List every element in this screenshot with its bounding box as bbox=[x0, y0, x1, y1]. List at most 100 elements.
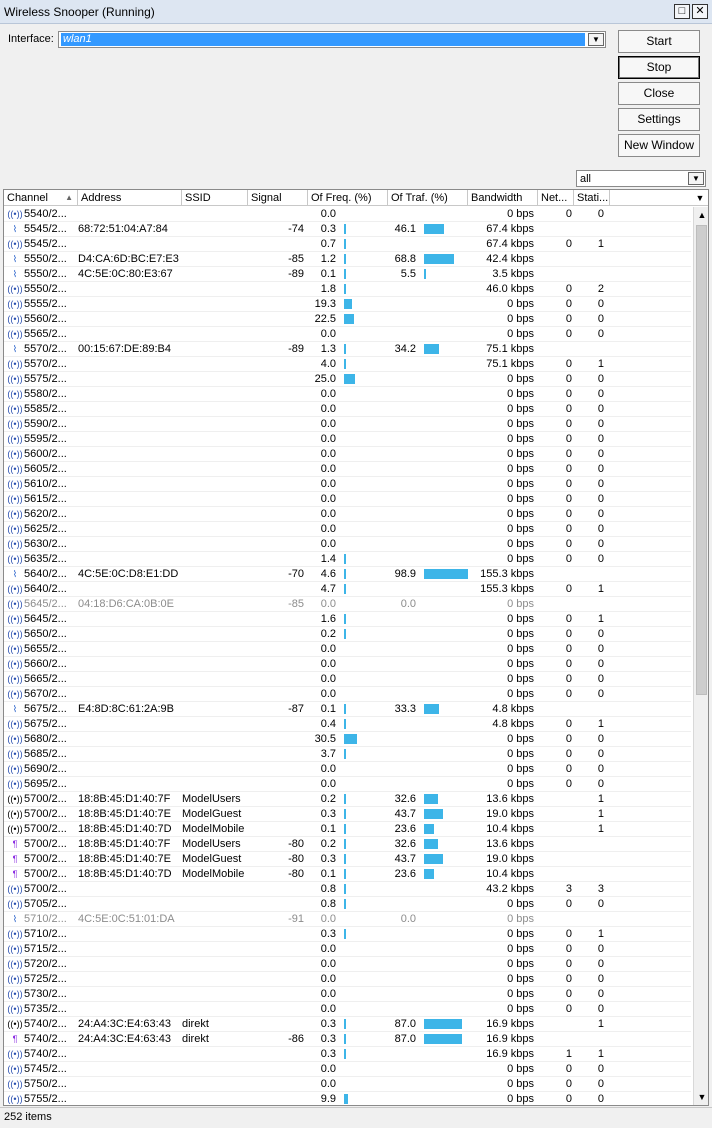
table-row[interactable]: ((•)) 5645/2... 04:18:D6:CA:0B:0E -85 0.0 0.0… bbox=[4, 597, 691, 612]
table-row[interactable]: ⌇ 5550/2... 4C:5E:0C:80:E3:67 -89 0.1 5.5 3.5 … bbox=[4, 267, 691, 282]
table-row[interactable]: ¶ 5700/2... 18:8B:45:D1:40:7E ModelGuest -80… bbox=[4, 852, 691, 867]
start-button[interactable]: Start bbox=[618, 30, 700, 53]
table-row[interactable]: ((•)) 5695/2... 0.0 0 bps 0 0 bbox=[4, 777, 691, 792]
vertical-scrollbar[interactable]: ▲ ▼ bbox=[693, 207, 708, 1105]
cell-channel: 5685/2... bbox=[24, 748, 67, 760]
table-row[interactable]: ((•)) 5635/2... 1.4 0 bps 0 0 bbox=[4, 552, 691, 567]
table-row[interactable]: ((•)) 5680/2... 30.5 0 bps 0 0 bbox=[4, 732, 691, 747]
close-button[interactable]: Close bbox=[618, 82, 700, 105]
table-row[interactable]: ((•)) 5660/2... 0.0 0 bps 0 0 bbox=[4, 657, 691, 672]
table-row[interactable]: ¶ 5740/2... 24:A4:3C:E4:63:43 direkt -86 0.3 8… bbox=[4, 1032, 691, 1047]
table-row[interactable]: ((•)) 5625/2... 0.0 0 bps 0 0 bbox=[4, 522, 691, 537]
table-row[interactable]: ((•)) 5670/2... 0.0 0 bps 0 0 bbox=[4, 687, 691, 702]
table-row[interactable]: ((•)) 5580/2... 0.0 0 bps 0 0 bbox=[4, 387, 691, 402]
cell-channel: 5755/2... bbox=[24, 1093, 67, 1105]
table-row[interactable]: ⌇ 5570/2... 00:15:67:DE:89:B4 -89 1.3 34.2 75.… bbox=[4, 342, 691, 357]
table-row[interactable]: ((•)) 5655/2... 0.0 0 bps 0 0 bbox=[4, 642, 691, 657]
stop-button[interactable]: Stop bbox=[618, 56, 700, 79]
table-row[interactable]: ((•)) 5585/2... 0.0 0 bps 0 0 bbox=[4, 402, 691, 417]
table-row[interactable]: ((•)) 5685/2... 3.7 0 bps 0 0 bbox=[4, 747, 691, 762]
table-row[interactable]: ((•)) 5630/2... 0.0 0 bps 0 0 bbox=[4, 537, 691, 552]
table-row[interactable]: ⌇ 5640/2... 4C:5E:0C:D8:E1:DD -70 4.6 98.9 155… bbox=[4, 567, 691, 582]
close-icon[interactable]: ✕ bbox=[692, 4, 708, 19]
interface-select[interactable]: wlan1 ▼ bbox=[58, 31, 606, 48]
table-row[interactable]: ((•)) 5700/2... 18:8B:45:D1:40:7F ModelUser… bbox=[4, 792, 691, 807]
settings-button[interactable]: Settings bbox=[618, 108, 700, 131]
table-row[interactable]: ((•)) 5545/2... 0.7 67.4 kbps 0 1 bbox=[4, 237, 691, 252]
table-row[interactable]: ((•)) 5720/2... 0.0 0 bps 0 0 bbox=[4, 957, 691, 972]
table-row[interactable]: ((•)) 5565/2... 0.0 0 bps 0 0 bbox=[4, 327, 691, 342]
table-row[interactable]: ((•)) 5640/2... 4.7 155.3 kbps 0 1 bbox=[4, 582, 691, 597]
table-row[interactable]: ((•)) 5705/2... 0.8 0 bps 0 0 bbox=[4, 897, 691, 912]
table-row[interactable]: ((•)) 5700/2... 0.8 43.2 kbps 3 3 bbox=[4, 882, 691, 897]
table-row[interactable]: ((•)) 5740/2... 0.3 16.9 kbps 1 1 bbox=[4, 1047, 691, 1062]
cell-stations: 0 bbox=[597, 1003, 604, 1015]
table-row[interactable]: ((•)) 5575/2... 25.0 0 bps 0 0 bbox=[4, 372, 691, 387]
freq-value: 0.1 bbox=[320, 868, 336, 880]
table-row[interactable]: ((•)) 5690/2... 0.0 0 bps 0 0 bbox=[4, 762, 691, 777]
table-row[interactable]: ((•)) 5710/2... 0.3 0 bps 0 1 bbox=[4, 927, 691, 942]
scroll-up-icon[interactable]: ▲ bbox=[694, 207, 708, 223]
table-row[interactable]: ((•)) 5595/2... 0.0 0 bps 0 0 bbox=[4, 432, 691, 447]
table-row[interactable]: ((•)) 5735/2... 0.0 0 bps 0 0 bbox=[4, 1002, 691, 1017]
table-row[interactable]: ((•)) 5550/2... 1.8 46.0 kbps 0 2 bbox=[4, 282, 691, 297]
table-row[interactable]: ((•)) 5620/2... 0.0 0 bps 0 0 bbox=[4, 507, 691, 522]
table-row[interactable]: ⌇ 5675/2... E4:8D:8C:61:2A:9B -87 0.1 33.3 4.8… bbox=[4, 702, 691, 717]
table-row[interactable]: ((•)) 5700/2... 18:8B:45:D1:40:7D ModelMobi… bbox=[4, 822, 691, 837]
column-header-address[interactable]: Address bbox=[78, 190, 182, 206]
scroll-thumb[interactable] bbox=[696, 225, 707, 695]
column-header-signal[interactable]: Signal bbox=[248, 190, 308, 206]
table-row[interactable]: ((•)) 5615/2... 0.0 0 bps 0 0 bbox=[4, 492, 691, 507]
interface-value[interactable]: wlan1 bbox=[61, 33, 585, 46]
table-row[interactable]: ((•)) 5605/2... 0.0 0 bps 0 0 bbox=[4, 462, 691, 477]
dropdown-arrow-icon[interactable]: ▼ bbox=[688, 172, 704, 185]
column-header-of-freq[interactable]: Of Freq. (%) bbox=[308, 190, 388, 206]
table-row[interactable]: ((•)) 5715/2... 0.0 0 bps 0 0 bbox=[4, 942, 691, 957]
table-row[interactable]: ⌇ 5710/2... 4C:5E:0C:51:01:DA -91 0.0 0.0 0 bp… bbox=[4, 912, 691, 927]
table-row[interactable]: ((•)) 5665/2... 0.0 0 bps 0 0 bbox=[4, 672, 691, 687]
table-row[interactable]: ⌇ 5550/2... D4:CA:6D:BC:E7:E3 -85 1.2 68.8 42.… bbox=[4, 252, 691, 267]
dropdown-arrow-icon[interactable]: ▼ bbox=[588, 33, 604, 46]
table-row[interactable]: ((•)) 5650/2... 0.2 0 bps 0 0 bbox=[4, 627, 691, 642]
filter-select[interactable]: all ▼ bbox=[576, 170, 706, 187]
table-row[interactable]: ((•)) 5555/2... 19.3 0 bps 0 0 bbox=[4, 297, 691, 312]
table-row[interactable]: ((•)) 5590/2... 0.0 0 bps 0 0 bbox=[4, 417, 691, 432]
table-row[interactable]: ((•)) 5740/2... 24:A4:3C:E4:63:43 direkt 0.3… bbox=[4, 1017, 691, 1032]
cell-networks: 0 bbox=[565, 763, 572, 775]
column-header-stations[interactable]: Stati... bbox=[574, 190, 610, 206]
new-window-button[interactable]: New Window bbox=[618, 134, 700, 157]
column-header-ssid[interactable]: SSID bbox=[182, 190, 248, 206]
column-menu-icon[interactable]: ▼ bbox=[692, 190, 708, 206]
table-row[interactable]: ((•)) 5540/2... 0.0 0 bps 0 0 bbox=[4, 207, 691, 222]
cell-ssid: ModelMobile bbox=[182, 823, 245, 835]
table-row[interactable]: ((•)) 5560/2... 22.5 0 bps 0 0 bbox=[4, 312, 691, 327]
table-row[interactable]: ((•)) 5600/2... 0.0 0 bps 0 0 bbox=[4, 447, 691, 462]
table-row[interactable]: ((•)) 5755/2... 9.9 0 bps 0 0 bbox=[4, 1092, 691, 1105]
table-row[interactable]: ((•)) 5675/2... 0.4 4.8 kbps 0 1 bbox=[4, 717, 691, 732]
table-row[interactable]: ¶ 5700/2... 18:8B:45:D1:40:7D ModelMobile -8… bbox=[4, 867, 691, 882]
table-row[interactable]: ⌇ 5545/2... 68:72:51:04:A7:84 -74 0.3 46.1 67.… bbox=[4, 222, 691, 237]
column-header-networks[interactable]: Net... bbox=[538, 190, 574, 206]
table-row[interactable]: ((•)) 5745/2... 0.0 0 bps 0 0 bbox=[4, 1062, 691, 1077]
table-row[interactable]: ((•)) 5610/2... 0.0 0 bps 0 0 bbox=[4, 477, 691, 492]
table-row[interactable]: ((•)) 5730/2... 0.0 0 bps 0 0 bbox=[4, 987, 691, 1002]
column-header-bandwidth[interactable]: Bandwidth bbox=[468, 190, 538, 206]
scroll-down-icon[interactable]: ▼ bbox=[694, 1089, 708, 1105]
cell-networks: 0 bbox=[565, 613, 572, 625]
table-row[interactable]: ((•)) 5725/2... 0.0 0 bps 0 0 bbox=[4, 972, 691, 987]
table-row[interactable]: ((•)) 5700/2... 18:8B:45:D1:40:7E ModelGues… bbox=[4, 807, 691, 822]
cell-networks: 0 bbox=[565, 463, 572, 475]
table-row[interactable]: ((•)) 5645/2... 1.6 0 bps 0 1 bbox=[4, 612, 691, 627]
table-row[interactable]: ((•)) 5750/2... 0.0 0 bps 0 0 bbox=[4, 1077, 691, 1092]
filter-value[interactable]: all bbox=[580, 173, 591, 185]
cell-stations: 0 bbox=[597, 1063, 604, 1075]
cell-bandwidth: 13.6 kbps bbox=[486, 838, 534, 850]
column-header-of-traf[interactable]: Of Traf. (%) bbox=[388, 190, 468, 206]
table-row[interactable]: ¶ 5700/2... 18:8B:45:D1:40:7F ModelUsers -80… bbox=[4, 837, 691, 852]
cell-stations: 0 bbox=[597, 553, 604, 565]
column-header-channel[interactable]: Channel ▲ bbox=[4, 190, 78, 206]
cell-of-traf bbox=[388, 882, 468, 896]
restore-icon[interactable]: □ bbox=[674, 4, 690, 19]
freq-bar bbox=[344, 269, 346, 279]
table-row[interactable]: ((•)) 5570/2... 4.0 75.1 kbps 0 1 bbox=[4, 357, 691, 372]
